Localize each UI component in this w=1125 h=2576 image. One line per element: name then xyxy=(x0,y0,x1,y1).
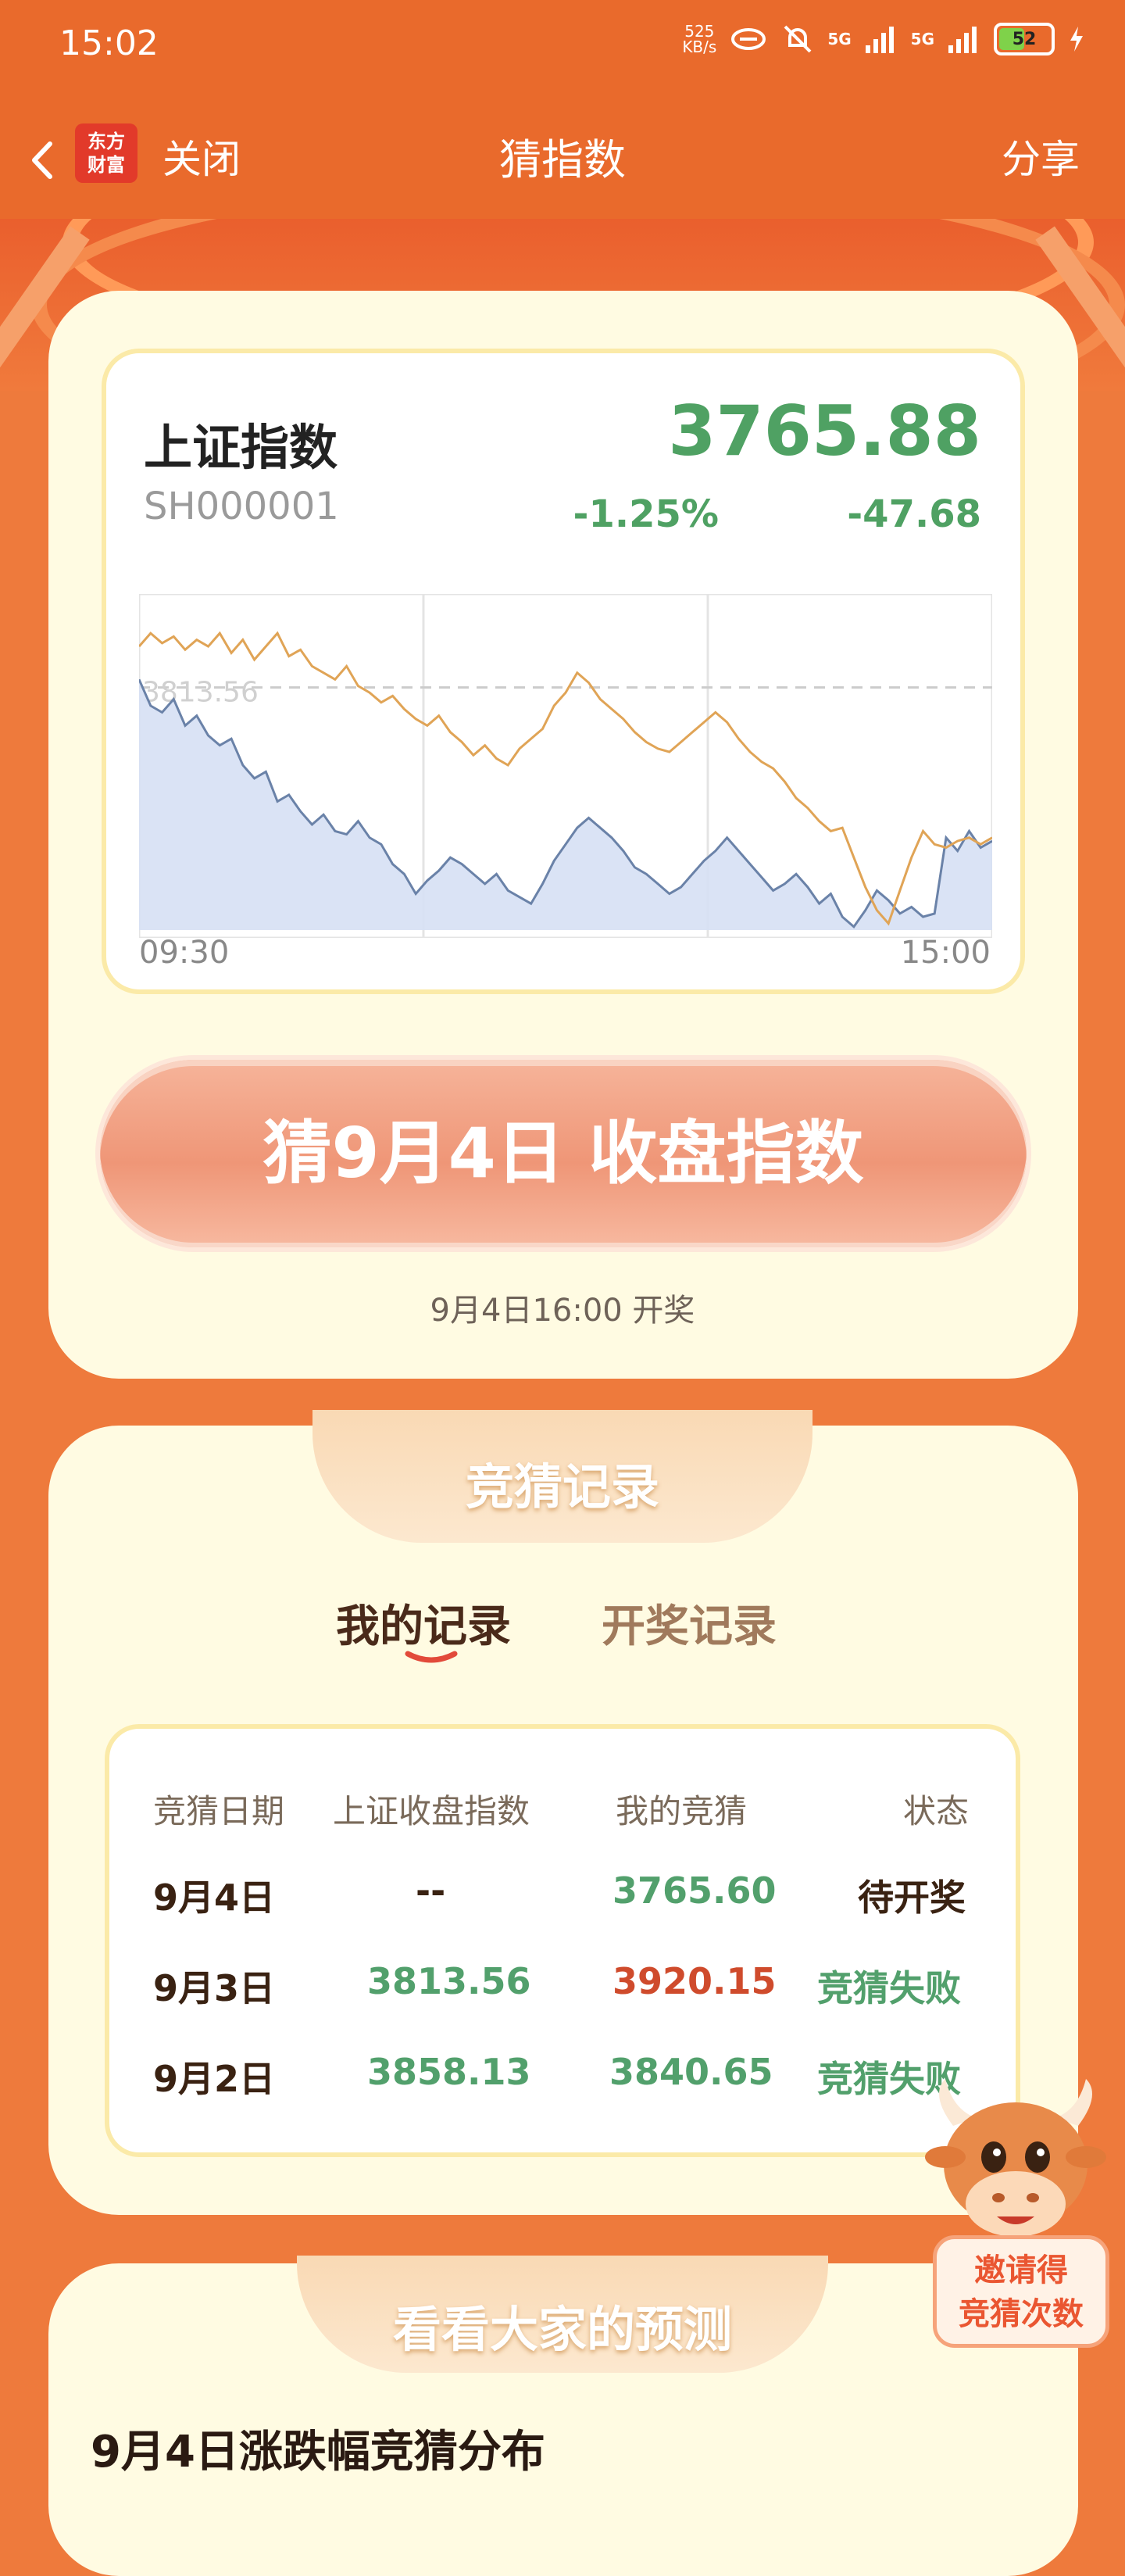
signal-bars-icon-2 xyxy=(948,27,977,53)
row3-close: 3858.13 xyxy=(367,2051,531,2093)
stock-name: 上证指数 xyxy=(144,419,338,476)
active-tab-indicator xyxy=(405,1651,458,1663)
tab-draw-records[interactable]: 开奖记录 xyxy=(602,1591,777,1655)
row2-close: 3813.56 xyxy=(367,1960,531,2002)
row2-status: 竞猜失败 xyxy=(817,1967,961,2009)
column-header-date: 竞猜日期 xyxy=(153,1792,285,1830)
draw-time: 9月4日16:00 开奖 xyxy=(430,1293,695,1329)
share-button[interactable]: 分享 xyxy=(1002,128,1080,184)
hd-link-icon xyxy=(731,28,766,50)
x-tick-end: 15:00 xyxy=(900,935,991,971)
row1-close: -- xyxy=(416,1869,446,1912)
invite-button[interactable]: 邀请得 竞猜次数 xyxy=(933,2235,1109,2348)
row3-date: 9月2日 xyxy=(153,2058,276,2100)
x-tick-start: 09:30 xyxy=(139,935,230,971)
charging-icon xyxy=(1070,27,1083,52)
signal-bars-icon xyxy=(865,27,894,53)
stock-change-percent: -1.25% xyxy=(573,492,719,536)
intraday-chart: 3813.56 xyxy=(139,594,992,938)
tab-my-records[interactable]: 我的记录 xyxy=(336,1591,511,1655)
row2-date: 9月3日 xyxy=(153,1967,276,2009)
page-title: 猜指数 xyxy=(499,135,626,184)
net-speed: 525 KB/s xyxy=(682,22,717,56)
row3-my-guess: 3840.65 xyxy=(609,2051,773,2093)
status-time: 15:02 xyxy=(59,23,159,63)
status-bar: 15:02 525 KB/s 5G 5G 52 xyxy=(0,0,1125,102)
records-header: 竞猜记录 xyxy=(465,1458,659,1515)
guess-close-button[interactable]: 猜9月4日 收盘指数 xyxy=(100,1060,1027,1247)
column-header-status: 状态 xyxy=(903,1792,970,1830)
prev-close-label: 3813.56 xyxy=(142,677,259,709)
column-header-close: 上证收盘指数 xyxy=(333,1792,530,1830)
signal-5g-label-2: 5G xyxy=(910,30,934,48)
stock-price: 3765.88 xyxy=(668,391,981,471)
row1-date: 9月4日 xyxy=(153,1877,276,1919)
battery-icon: 52 xyxy=(994,23,1055,55)
distribution-title: 9月4日涨跌幅竞猜分布 xyxy=(91,2427,545,2478)
status-icons: 525 KB/s 5G 5G 52 xyxy=(682,22,1086,56)
signal-5g-label: 5G xyxy=(827,30,852,48)
stock-change-amount: -47.68 xyxy=(847,492,981,536)
row1-my-guess: 3765.60 xyxy=(612,1869,777,1912)
stock-code: SH000001 xyxy=(144,485,339,528)
row1-status: 待开奖 xyxy=(858,1877,966,1919)
row2-my-guess: 3920.15 xyxy=(612,1960,777,2002)
column-header-my-guess: 我的竞猜 xyxy=(616,1792,748,1830)
mute-bell-icon xyxy=(784,25,812,53)
